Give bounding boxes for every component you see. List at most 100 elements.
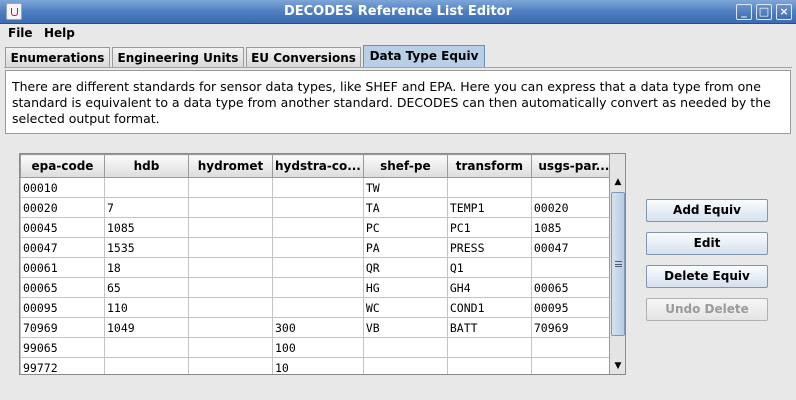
scroll-up-icon[interactable]: ▲ [610, 174, 625, 190]
table-cell[interactable]: 1049 [104, 317, 189, 338]
table-row[interactable]: 70969 1049 300 VB BATT 70969 [20, 317, 617, 338]
table-cell[interactable] [188, 237, 273, 258]
table-cell[interactable] [446, 337, 532, 358]
table-cell[interactable] [272, 297, 364, 318]
table-cell[interactable] [530, 177, 617, 198]
table-cell[interactable] [272, 277, 364, 298]
table-row[interactable]: 00047 1535 PA PRESS 00047 [20, 237, 617, 258]
table-cell[interactable]: 00047 [20, 237, 105, 258]
table-row[interactable]: 00095 110 WC COND1 00095 [20, 297, 617, 318]
table-cell[interactable]: 00020 [20, 197, 105, 218]
table-cell[interactable]: 110 [104, 297, 189, 318]
table-cell[interactable] [446, 357, 532, 374]
menu-file[interactable]: File [8, 26, 33, 40]
column-header[interactable]: epa-code [20, 154, 105, 178]
table-cell[interactable]: Q1 [446, 257, 532, 278]
tab-enumerations[interactable]: Enumerations [5, 47, 110, 68]
table-cell[interactable]: 00095 [530, 297, 617, 318]
column-header[interactable]: shef-pe [362, 154, 448, 178]
table-cell[interactable] [446, 177, 532, 198]
tab-engineering-units[interactable]: Engineering Units [112, 47, 244, 68]
table-row[interactable]: 00061 18 QR Q1 [20, 257, 617, 278]
table-cell[interactable] [362, 337, 448, 358]
table-cell[interactable] [272, 237, 364, 258]
table-cell[interactable]: GH4 [446, 277, 532, 298]
table-cell[interactable]: 1535 [104, 237, 189, 258]
table-cell[interactable]: 00010 [20, 177, 105, 198]
column-header[interactable]: hydstra-co... [272, 154, 364, 178]
table-cell[interactable]: PRESS [446, 237, 532, 258]
table-cell[interactable]: 18 [104, 257, 189, 278]
minimize-icon[interactable]: _ [736, 4, 752, 20]
table-cell[interactable]: 00065 [530, 277, 617, 298]
table-cell[interactable] [362, 357, 448, 374]
table-cell[interactable]: 00065 [20, 277, 105, 298]
table-cell[interactable] [188, 177, 273, 198]
table-cell[interactable] [104, 357, 189, 374]
table-cell[interactable]: BATT [446, 317, 532, 338]
table-cell[interactable] [530, 337, 617, 358]
table-cell[interactable] [272, 197, 364, 218]
table-cell[interactable] [272, 257, 364, 278]
table-cell[interactable]: 99772 [20, 357, 105, 374]
table-cell[interactable] [188, 217, 273, 238]
column-header[interactable]: hdb [104, 154, 189, 178]
table-cell[interactable]: 00061 [20, 257, 105, 278]
table-row[interactable]: 99772 10 [20, 357, 617, 374]
scroll-thumb[interactable] [611, 192, 625, 336]
table-cell[interactable]: 65 [104, 277, 189, 298]
table-cell[interactable] [188, 197, 273, 218]
table-cell[interactable]: 00020 [530, 197, 617, 218]
table-cell[interactable]: 1085 [530, 217, 617, 238]
table-cell[interactable]: 100 [272, 337, 364, 358]
table-cell[interactable] [104, 177, 189, 198]
table-cell[interactable]: TA [362, 197, 448, 218]
table-cell[interactable]: PA [362, 237, 448, 258]
table-cell[interactable]: TW [362, 177, 448, 198]
table-cell[interactable] [104, 337, 189, 358]
table-cell[interactable]: 1085 [104, 217, 189, 238]
delete-equiv-button[interactable]: Delete Equiv [646, 265, 768, 288]
table-cell[interactable] [272, 177, 364, 198]
table-cell[interactable]: QR [362, 257, 448, 278]
table-cell[interactable] [188, 337, 273, 358]
edit-button[interactable]: Edit [646, 232, 768, 255]
undo-delete-button[interactable]: Undo Delete [646, 298, 768, 321]
add-equiv-button[interactable]: Add Equiv [646, 199, 768, 222]
table-row[interactable]: 00020 7 TA TEMP1 00020 [20, 197, 617, 218]
table-cell[interactable] [272, 217, 364, 238]
table-cell[interactable]: 70969 [20, 317, 105, 338]
column-header[interactable]: hydromet [188, 154, 273, 178]
table-cell[interactable]: COND1 [446, 297, 532, 318]
column-header[interactable]: usgs-par... [530, 154, 617, 178]
column-header[interactable]: transform [446, 154, 532, 178]
table-cell[interactable]: 300 [272, 317, 364, 338]
table-cell[interactable]: HG [362, 277, 448, 298]
table-cell[interactable] [530, 257, 617, 278]
table-cell[interactable]: 70969 [530, 317, 617, 338]
table-cell[interactable] [188, 257, 273, 278]
table-row[interactable]: 00065 65 HG GH4 00065 [20, 277, 617, 298]
vertical-scrollbar[interactable]: ▲ ▼ [609, 154, 625, 374]
close-icon[interactable]: × [776, 4, 792, 20]
table-row[interactable]: 99065 100 [20, 337, 617, 358]
table-cell[interactable] [188, 297, 273, 318]
table-cell[interactable]: WC [362, 297, 448, 318]
tab-eu-conversions[interactable]: EU Conversions [246, 47, 361, 68]
maximize-icon[interactable]: □ [756, 4, 772, 20]
table-cell[interactable]: PC [362, 217, 448, 238]
table-cell[interactable] [530, 357, 617, 374]
table-cell[interactable]: PC1 [446, 217, 532, 238]
table-cell[interactable]: 99065 [20, 337, 105, 358]
menu-help[interactable]: Help [44, 26, 75, 40]
table-cell[interactable] [188, 317, 273, 338]
table-cell[interactable]: 7 [104, 197, 189, 218]
table-cell[interactable] [188, 277, 273, 298]
tab-data-type-equiv[interactable]: Data Type Equiv [363, 45, 485, 68]
scroll-down-icon[interactable]: ▼ [610, 358, 625, 374]
table-row[interactable]: 00010 TW [20, 177, 617, 198]
table-cell[interactable]: 00047 [530, 237, 617, 258]
table-cell[interactable]: 00045 [20, 217, 105, 238]
table-cell[interactable]: 10 [272, 357, 364, 374]
table-cell[interactable]: TEMP1 [446, 197, 532, 218]
